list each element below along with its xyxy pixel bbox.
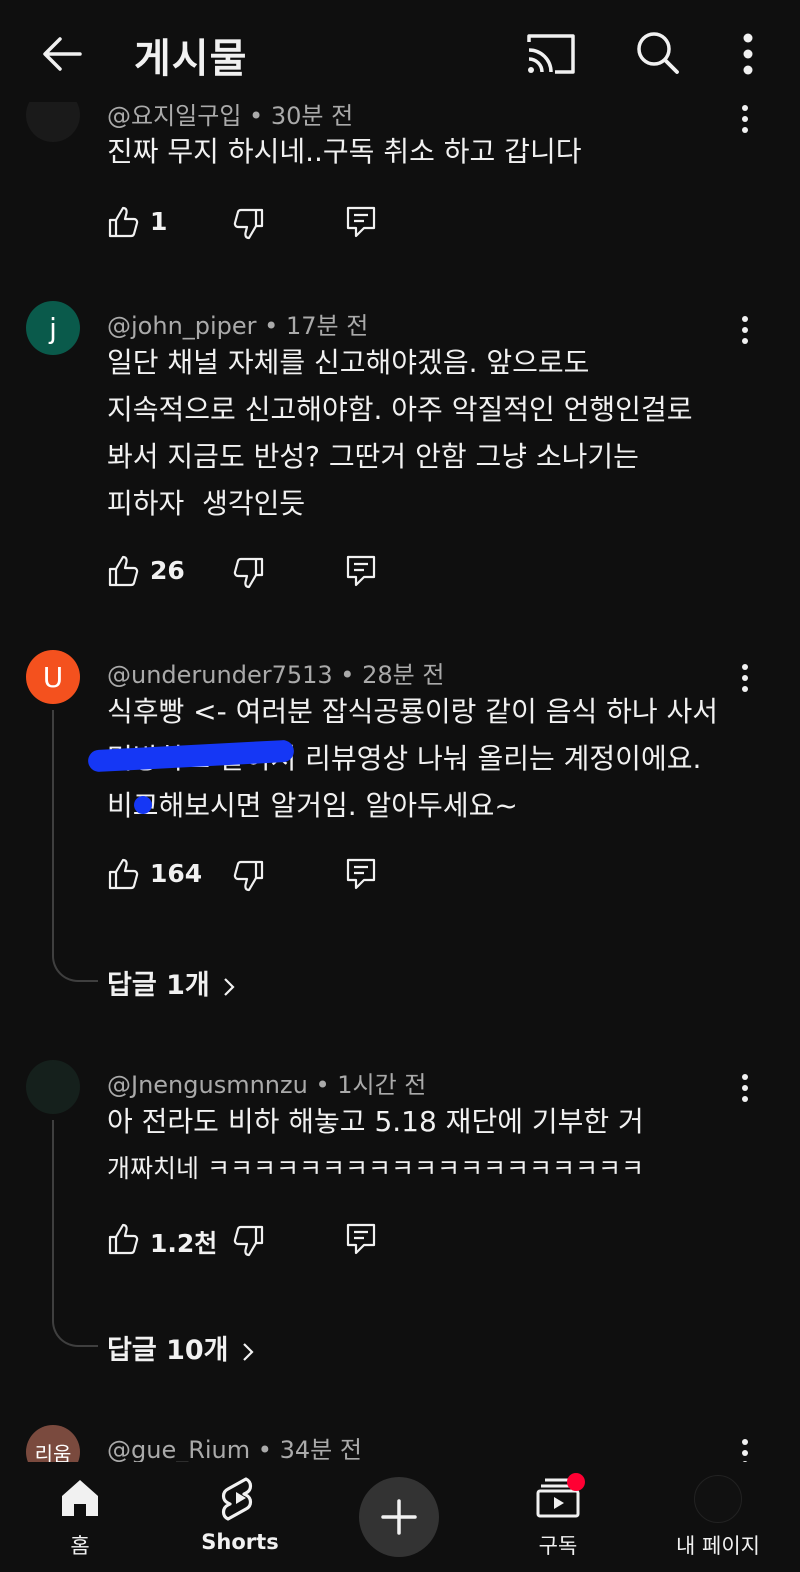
thumb-up-icon[interactable] xyxy=(107,1222,141,1256)
back-arrow-icon[interactable] xyxy=(38,30,86,78)
comment-text: 아 전라도 비하 해놓고 5.18 재단에 기부한 거 개짜치네 ㅋㅋㅋㅋㅋㅋㅋ… xyxy=(107,1098,747,1192)
plus-icon xyxy=(381,1499,417,1535)
comment-meta: @Jnengusmnnzu • 1시간 전 xyxy=(107,1071,427,1099)
avatar[interactable]: U xyxy=(26,650,80,704)
comment-actions: 1.2천 xyxy=(107,1222,407,1262)
comment-reply-icon[interactable] xyxy=(345,554,377,588)
thumb-up-icon[interactable] xyxy=(107,205,141,239)
chevron-right-icon xyxy=(242,1342,254,1361)
comment-reply-icon[interactable] xyxy=(345,1222,377,1256)
page-title: 게시물 xyxy=(134,36,248,82)
comment-author[interactable]: @gue_Rium xyxy=(107,1436,250,1462)
comment-author[interactable]: @Jnengusmnnzu xyxy=(107,1071,308,1099)
comment-line: 비교해보시면 알거임. 알아두세요~ xyxy=(107,789,518,822)
avatar[interactable] xyxy=(694,1475,742,1523)
avatar[interactable]: j xyxy=(26,301,80,355)
thumb-down-icon[interactable] xyxy=(231,207,265,241)
more-vert-icon[interactable] xyxy=(735,30,761,78)
like-count: 26 xyxy=(150,556,185,585)
thumb-up-icon[interactable] xyxy=(107,857,141,891)
avatar[interactable]: 리움 xyxy=(26,1425,80,1462)
thread-line xyxy=(52,1120,98,1347)
comment-reply-icon[interactable] xyxy=(345,205,377,239)
avatar-letter: U xyxy=(42,660,64,694)
avatar-letter: 리움 xyxy=(34,1441,72,1463)
comment-line: 식후빵 <- 여러분 잡식공룡이랑 같이 음식 하나 사서 xyxy=(107,695,719,728)
comment-meta: @underunder7513 • 28분 전 xyxy=(107,661,445,689)
view-replies-button[interactable]: 답글 1개 xyxy=(107,963,238,1002)
comment-line: 지속적으로 신고해야함. 아주 악질적인 언행인걸로 xyxy=(107,393,693,426)
comment-text: 진짜 무지 하시네..구독 취소 하고 갑니다 xyxy=(107,128,747,175)
avatar-letter: j xyxy=(49,311,57,345)
comment-actions: 164 xyxy=(107,857,407,897)
like-count: 164 xyxy=(150,859,203,888)
comment-time: 34분 전 xyxy=(279,1436,362,1462)
nav-label: 구독 xyxy=(538,1534,578,1558)
comment-time: 17분 전 xyxy=(285,312,369,340)
comment-meta: @john_piper • 17분 전 xyxy=(107,312,369,340)
cast-icon[interactable] xyxy=(525,32,577,76)
comment-line: 봐서 지금도 반성? 그딴거 안함 그냥 소나기는 xyxy=(107,440,639,473)
nav-label: 홈 xyxy=(70,1534,90,1558)
comment-actions: 26 xyxy=(107,554,407,594)
thread-line xyxy=(52,710,98,982)
thumb-down-icon[interactable] xyxy=(231,556,265,590)
comment-text: 일단 채널 자체를 신고해야겠음. 앞으로도 지속적으로 신고해야함. 아주 악… xyxy=(107,339,747,527)
thumb-down-icon[interactable] xyxy=(231,859,265,893)
nav-label: Shorts xyxy=(201,1530,279,1554)
replies-label: 답글 1개 xyxy=(107,970,210,1001)
notification-dot xyxy=(567,1473,585,1491)
comment-time: 1시간 전 xyxy=(337,1071,427,1099)
create-button[interactable] xyxy=(359,1477,439,1557)
top-app-bar: 게시물 xyxy=(0,0,800,102)
search-icon[interactable] xyxy=(633,28,681,76)
nav-label: 내 페이지 xyxy=(676,1534,760,1558)
like-count: 1 xyxy=(150,207,168,236)
comment-reply-icon[interactable] xyxy=(345,857,377,891)
comment-meta: @gue_Rium • 34분 전 xyxy=(107,1436,362,1462)
comment-line: 개짜치네 ㅋㅋㅋㅋㅋㅋㅋㅋㅋㅋㅋㅋㅋㅋㅋㅋㅋㅋㅋ xyxy=(107,1154,644,1183)
comment-line: 피하자 생각인듯 xyxy=(107,487,306,520)
like-count: 1.2천 xyxy=(150,1229,218,1258)
thumb-up-icon[interactable] xyxy=(107,554,141,588)
home-icon xyxy=(62,1480,98,1516)
comment-time: 28분 전 xyxy=(362,661,445,689)
comment-author[interactable]: @underunder7513 xyxy=(107,661,333,689)
comments-feed: @요지일구입 • 30분 전 진짜 무지 하시네..구독 취소 하고 갑니다 1… xyxy=(0,0,800,1462)
comment-line: 아 전라도 비하 해놓고 5.18 재단에 기부한 거 xyxy=(107,1105,644,1138)
comment-author[interactable]: @요지일구입 xyxy=(107,102,241,130)
avatar[interactable] xyxy=(26,1060,80,1114)
view-replies-button[interactable]: 답글 10개 xyxy=(107,1328,257,1367)
replies-label: 답글 10개 xyxy=(107,1335,229,1366)
chevron-right-icon xyxy=(223,977,235,996)
thumb-down-icon[interactable] xyxy=(231,1224,265,1258)
more-vert-icon[interactable] xyxy=(734,1437,756,1462)
comment-line: 진짜 무지 하시네..구독 취소 하고 갑니다 xyxy=(107,135,582,168)
comment-actions: 1 xyxy=(107,205,407,245)
shorts-icon xyxy=(221,1477,253,1521)
comment-time: 30분 전 xyxy=(270,102,354,130)
comment-author[interactable]: @john_piper xyxy=(107,312,257,340)
comment-line: 일단 채널 자체를 신고해야겠음. 앞으로도 xyxy=(107,346,590,379)
